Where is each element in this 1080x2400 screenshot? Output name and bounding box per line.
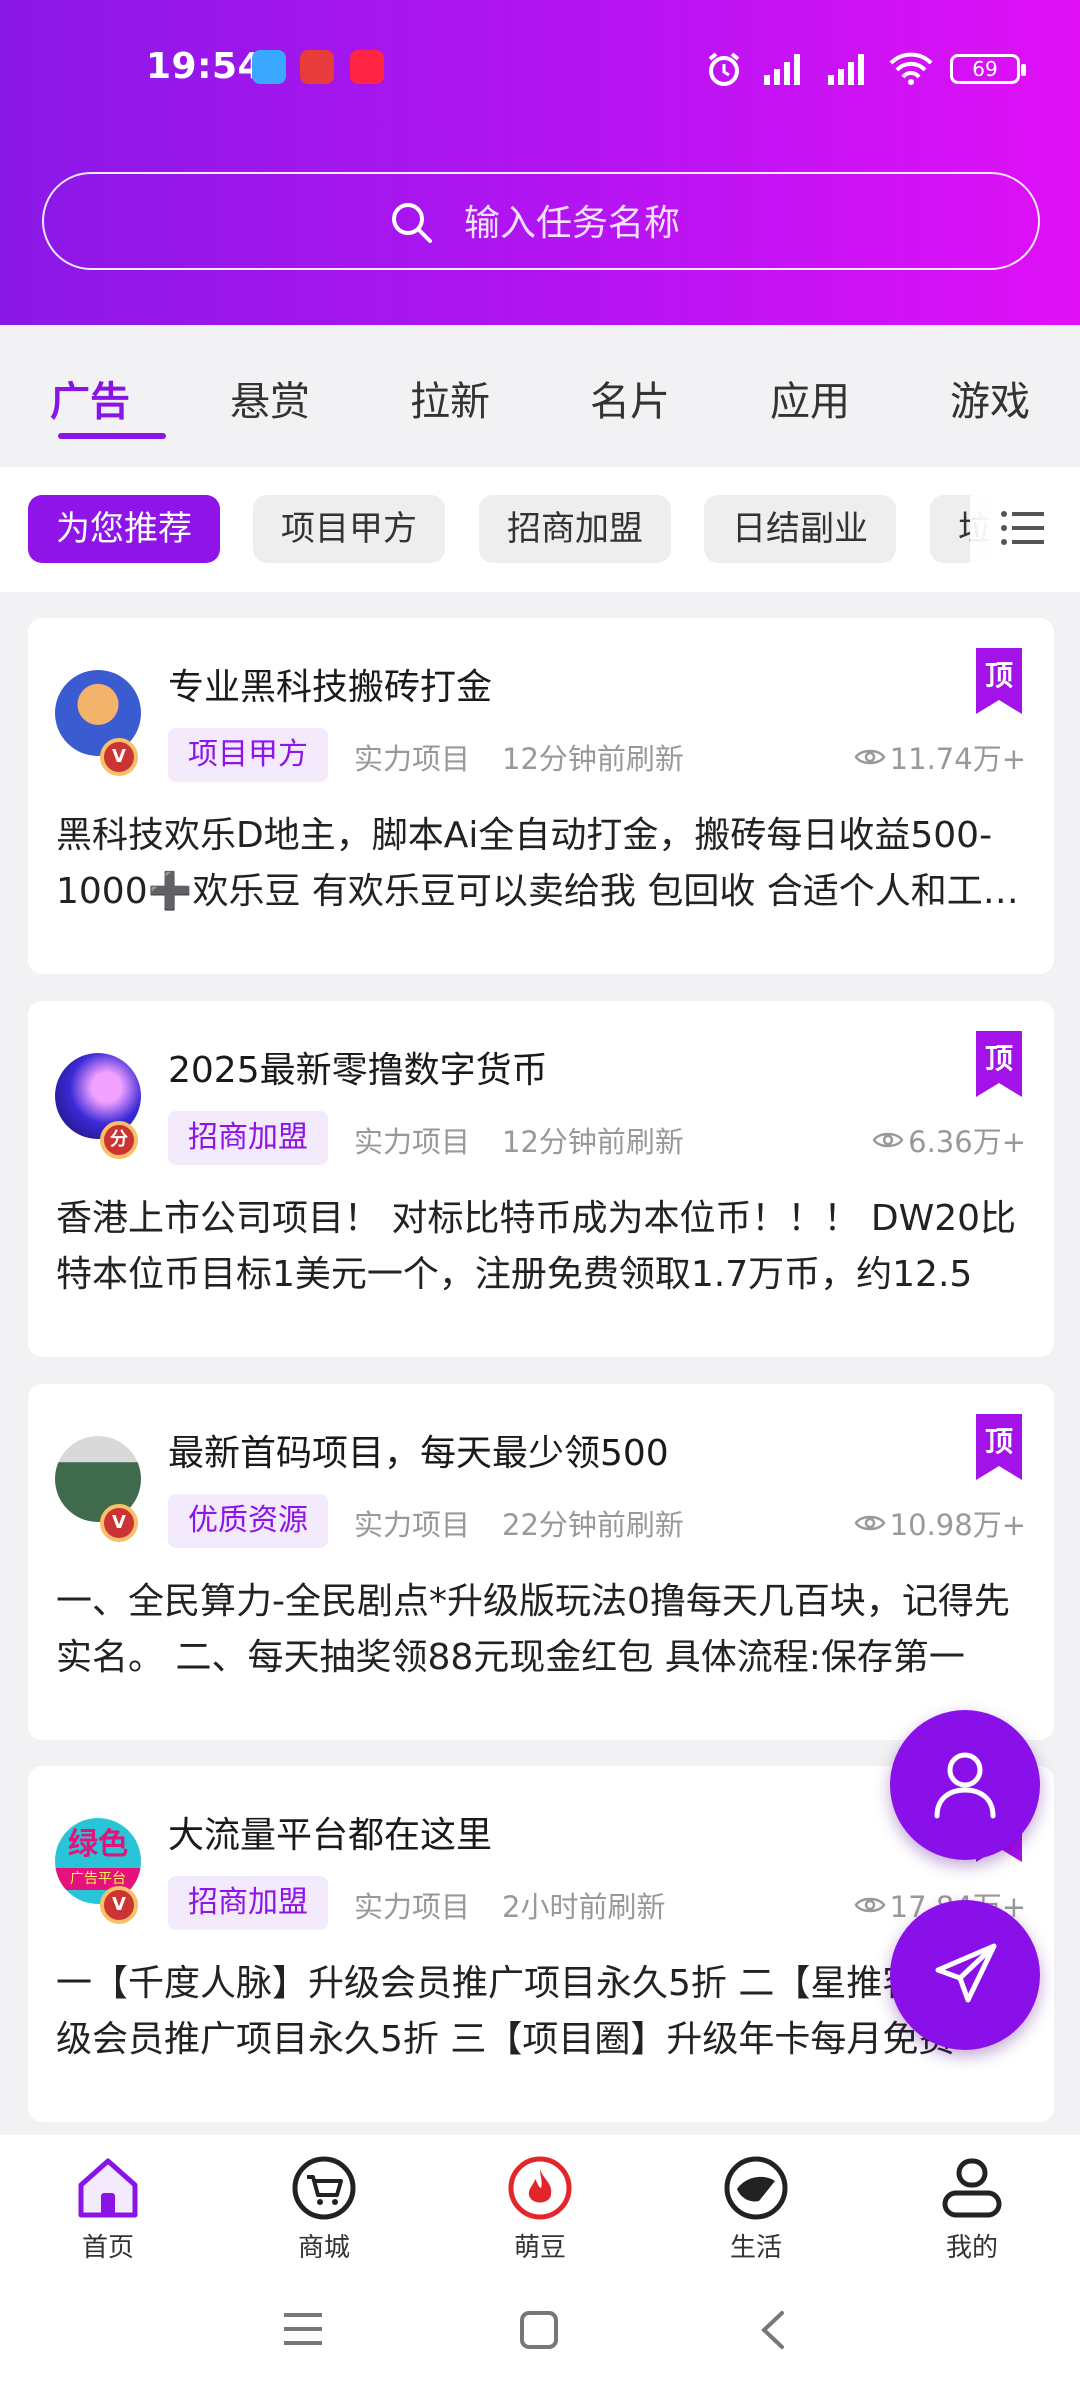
pinned-badge: 顶 [976,1031,1022,1097]
user-icon [934,1752,996,1819]
signal-icon [828,54,864,85]
card-title: 2025最新零撸数字货币 [168,1050,548,1091]
back-icon[interactable] [758,2309,788,2351]
card-description: 一【千度人脉】升级会员推广项目永久5折 二【星推客】升级会员推广项目永久5折 三… [56,1963,991,2060]
card-title: 大流量平台都在这里 [168,1815,493,1856]
card-level: 实力项目 [354,1125,471,1159]
tab-apps[interactable]: 应用 [720,325,900,467]
nav-home[interactable]: 首页 [0,2135,216,2275]
card-tag[interactable]: 优质资源 [168,1494,328,1548]
tab-ads[interactable]: 广告 [0,325,180,467]
vip-badge: V [100,1504,138,1542]
chip-recommended[interactable]: 为您推荐 [28,495,220,563]
card-title: 最新首码项目，每天最少领500 [168,1433,669,1474]
app-notification-icon [350,50,384,84]
card-tag[interactable]: 招商加盟 [168,1876,328,1930]
system-nav-bar [0,2275,1080,2400]
task-card[interactable]: V 最新首码项目，每天最少领500 优质资源 实力项目 22分钟前刷新 10.9… [28,1384,1054,1740]
tab-rewards[interactable]: 悬赏 [180,325,360,467]
chip-franchise[interactable]: 招商加盟 [479,495,671,563]
category-tabs: 广告 悬赏 拉新 名片 应用 游戏 [0,325,1080,467]
eye-icon [854,1515,886,1531]
search-bar[interactable] [42,172,1040,270]
pinned-badge: 顶 [976,1414,1022,1480]
tab-business-card[interactable]: 名片 [540,325,720,467]
card-refresh-time: 12分钟前刷新 [502,742,684,776]
eye-icon [872,1132,904,1148]
task-card[interactable]: 分 2025最新零撸数字货币 招商加盟 实力项目 12分钟前刷新 6.36万+ … [28,1001,1054,1357]
eye-icon [854,749,886,765]
app-notification-icon [300,50,334,84]
status-time: 19:54 [146,46,264,87]
card-views: 6.36万+ [872,1119,1026,1161]
card-views: 11.74万+ [854,736,1026,778]
nav-mall-label: 商城 [297,2233,350,2263]
filter-chips: 为您推荐 项目甲方 招商加盟 日结副业 垃 [0,467,1080,592]
nav-mine-label: 我的 [945,2233,998,2263]
eye-icon [854,1897,886,1913]
tab-games[interactable]: 游戏 [900,325,1080,467]
card-level: 实力项目 [354,742,471,776]
views-count: 10.98万+ [889,1508,1026,1542]
chip-daily-side-job[interactable]: 日结副业 [704,495,896,563]
nav-beans[interactable]: 萌豆 [432,2135,648,2275]
list-menu-icon [1001,511,1044,545]
chip-menu-button[interactable] [970,467,1080,592]
nav-beans-label: 萌豆 [513,2233,566,2263]
flame-icon [508,2156,572,2220]
publish-fab-button[interactable] [890,1900,1040,2050]
task-card[interactable]: V 专业黑科技搬砖打金 项目甲方 实力项目 12分钟前刷新 11.74万+ 顶 … [28,618,1054,974]
search-input[interactable] [464,196,864,250]
views-count: 11.74万+ [889,742,1026,776]
search-icon [392,203,432,243]
card-description: 一、全民算力-全民剧点*升级版玩法0撸每天几百块，记得先实名。 二、每天抽奖领8… [56,1581,1010,1678]
menu-icon[interactable] [282,2309,324,2349]
card-refresh-time: 22分钟前刷新 [502,1508,684,1542]
card-refresh-time: 12分钟前刷新 [502,1125,684,1159]
views-count: 6.36万+ [908,1125,1026,1159]
card-title: 专业黑科技搬砖打金 [168,667,493,708]
avatar-subtext: 广告平台 [55,1868,141,1890]
pinned-label: 顶 [984,1425,1013,1458]
card-level: 实力项目 [354,1890,471,1924]
vip-badge: V [100,1886,138,1924]
home-square-icon[interactable] [518,2309,560,2351]
home-icon [78,2158,138,2218]
vip-badge: V [100,738,138,776]
tab-referral[interactable]: 拉新 [360,325,540,467]
header: 19:54 69 [0,0,1080,325]
battery-icon: 69 [950,54,1026,84]
vip-badge: 分 [100,1121,138,1159]
card-description: 黑科技欢乐D地主，脚本Ai全自动打金，搬砖每日收益500-1000➕欢乐豆 有欢… [56,815,1019,912]
card-tag[interactable]: 招商加盟 [168,1111,328,1165]
status-bar: 19:54 69 [0,40,1080,100]
pinned-label: 顶 [984,1042,1013,1075]
pinned-label: 顶 [984,659,1013,692]
nav-life[interactable]: 生活 [648,2135,864,2275]
wifi-icon [889,52,933,85]
chip-project-party[interactable]: 项目甲方 [253,495,445,563]
send-icon [935,1943,997,2003]
nav-home-label: 首页 [81,2233,134,2263]
card-views: 10.98万+ [854,1502,1026,1544]
card-level: 实力项目 [354,1508,471,1542]
cart-icon [292,2156,356,2220]
pinned-badge: 顶 [976,648,1022,714]
card-description: 香港上市公司项目！ 对标比特币成为本位币！！！ DW20比特本位币目标1美元一个… [56,1198,1017,1295]
profile-icon [942,2158,1002,2218]
app-notification-icon [252,50,286,84]
nav-life-label: 生活 [729,2233,782,2263]
bottom-nav: 首页 商城 萌豆 生活 我的 [0,2135,1080,2275]
card-refresh-time: 2小时前刷新 [502,1890,666,1924]
nav-mall[interactable]: 商城 [216,2135,432,2275]
signal-icon [764,54,800,85]
card-tag[interactable]: 项目甲方 [168,728,328,782]
avatar-text: 绿色 [68,1827,128,1862]
life-icon [724,2156,788,2220]
profile-fab-button[interactable] [890,1710,1040,1860]
nav-mine[interactable]: 我的 [864,2135,1080,2275]
status-icons: 69 [704,44,1026,94]
alarm-icon [708,52,740,86]
